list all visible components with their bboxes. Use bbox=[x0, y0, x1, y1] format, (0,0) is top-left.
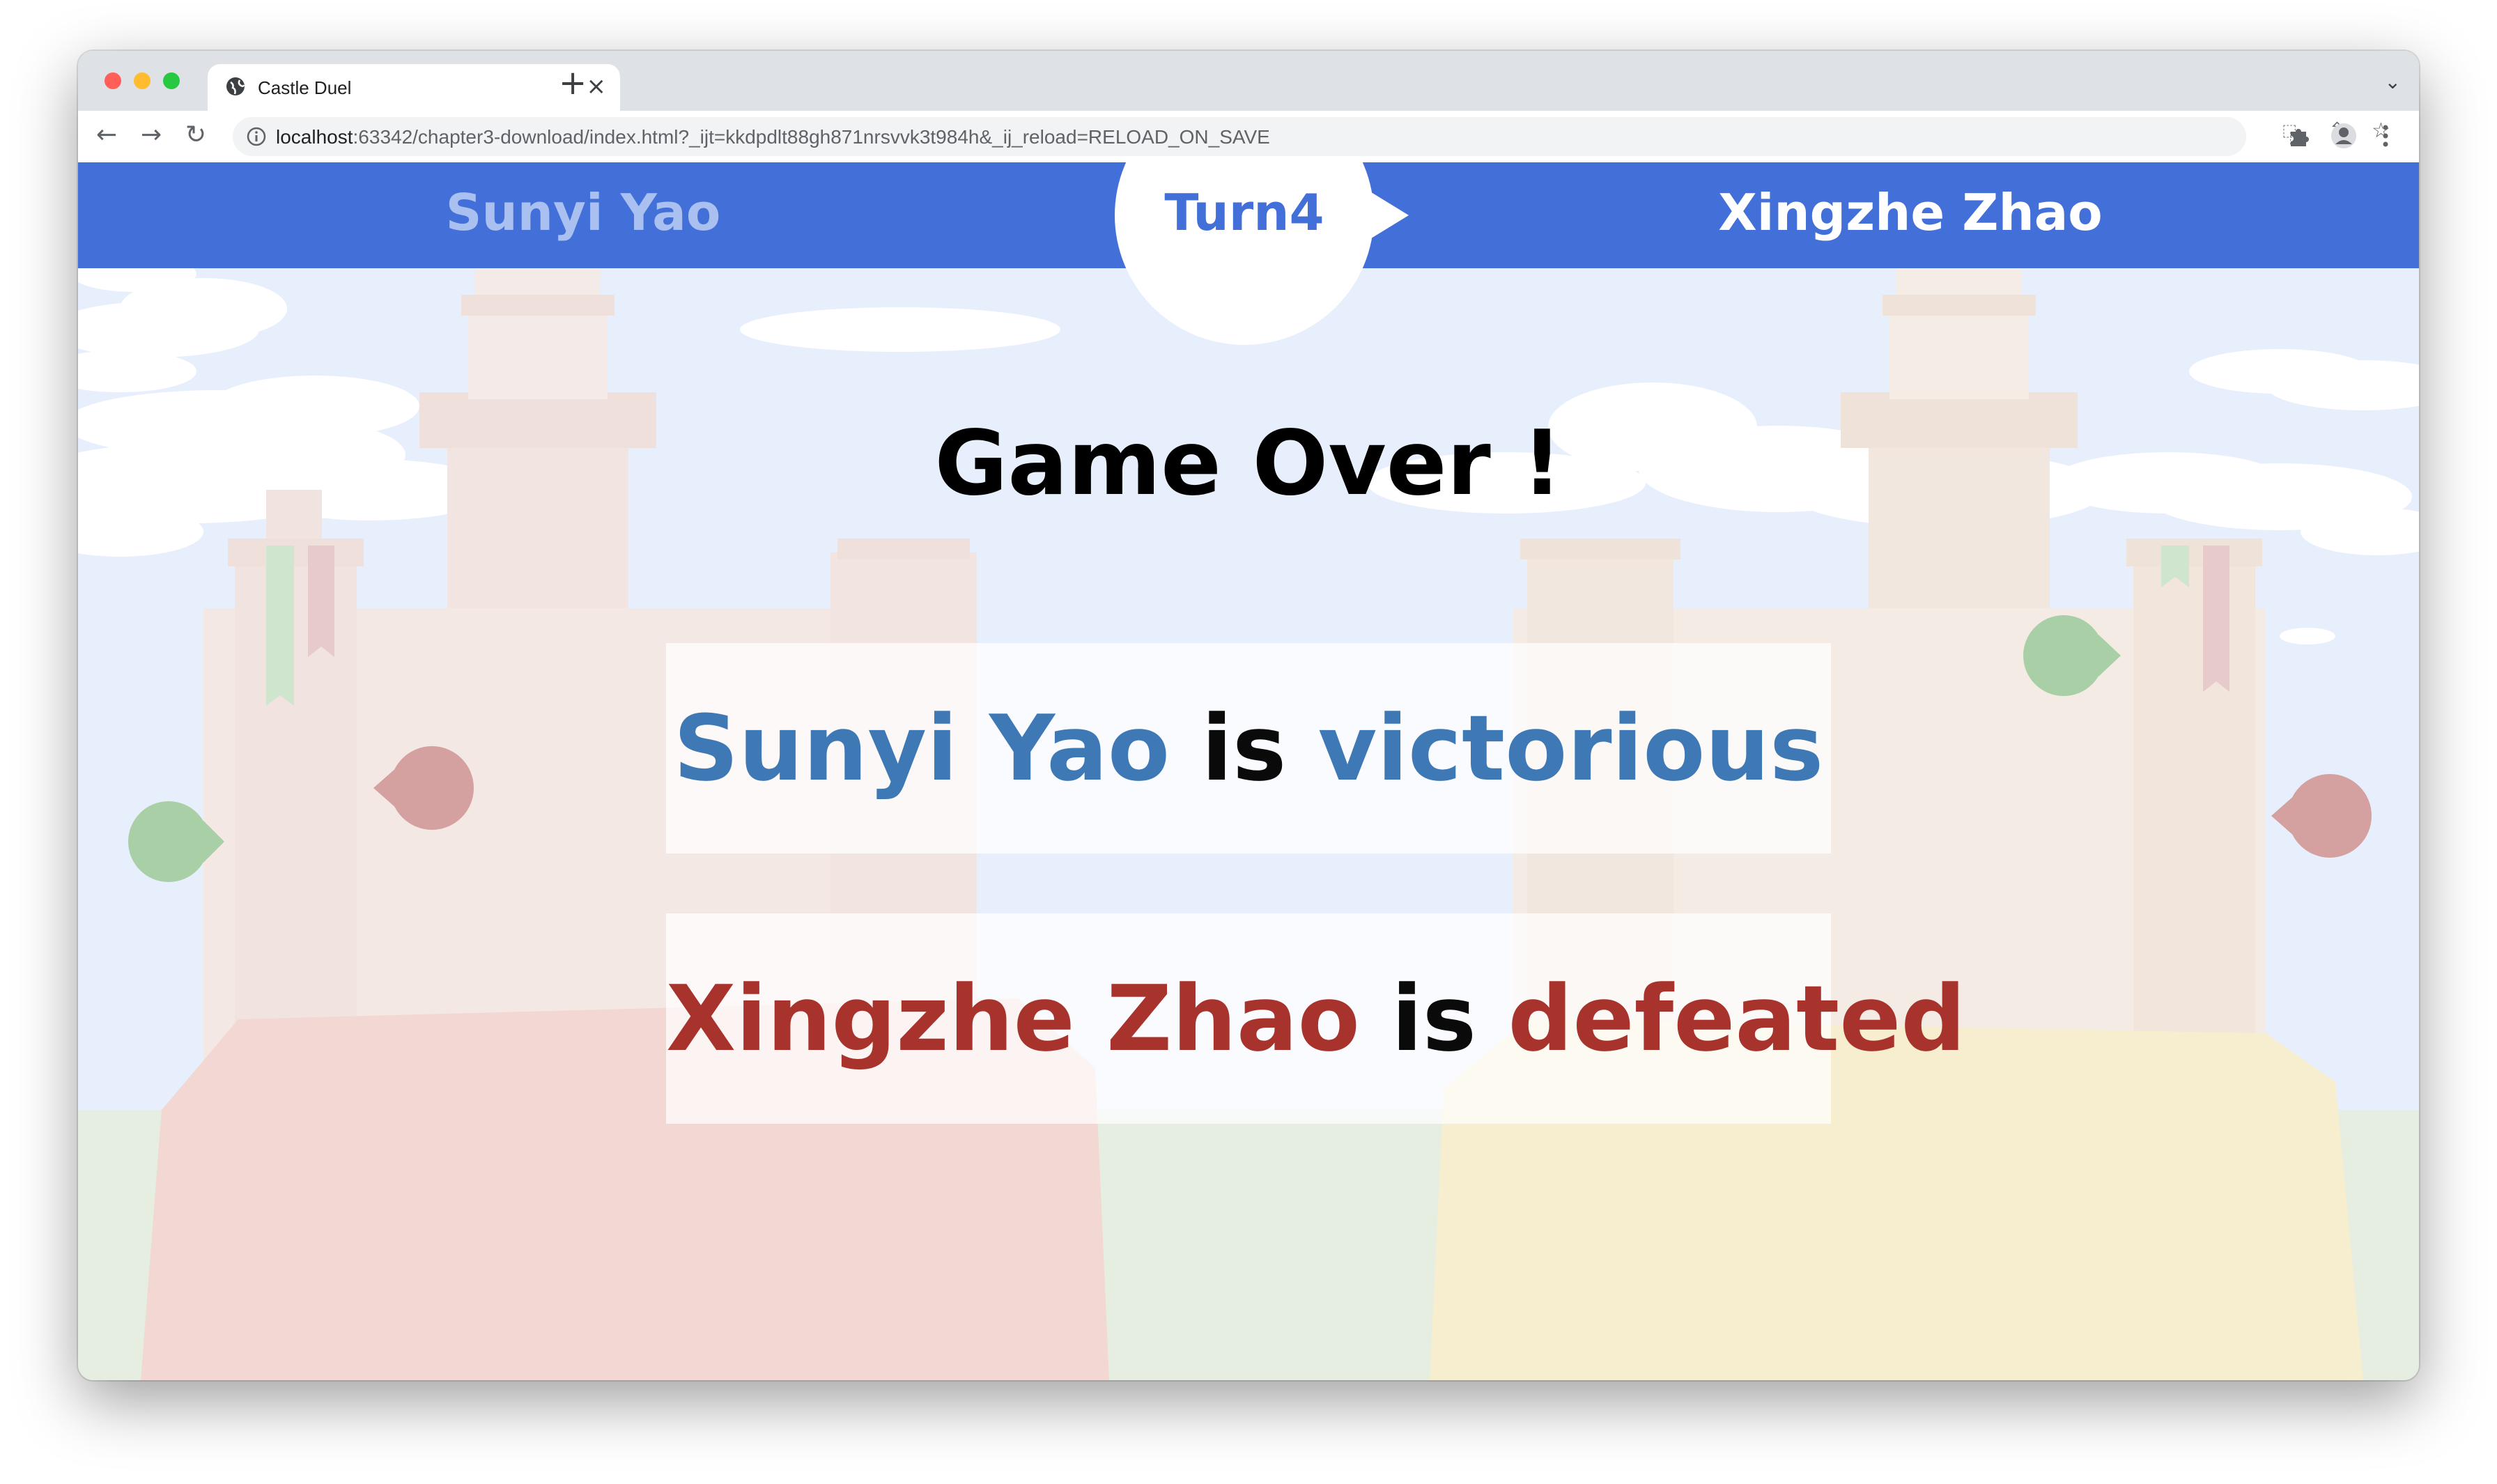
more-menu-icon[interactable] bbox=[2381, 122, 2390, 153]
game-viewport: 7 5 0 6 Sunyi Yao Xingzhe Zhao Turn4 Gam… bbox=[78, 162, 2419, 1380]
puzzle-icon[interactable] bbox=[2287, 123, 2312, 151]
info-icon[interactable] bbox=[245, 125, 268, 150]
navigation-bar: ← → ↻ localhost:63342/chapter3-download/… bbox=[78, 111, 2419, 164]
address-bar[interactable]: localhost:63342/chapter3-download/index.… bbox=[233, 117, 2246, 156]
right-health-badge bbox=[2023, 615, 2121, 696]
profile-avatar-icon[interactable] bbox=[2330, 122, 2358, 153]
tab-strip: Castle Duel × + ⌄ bbox=[78, 51, 2419, 111]
left-food-badge bbox=[373, 746, 474, 830]
right-food-badge bbox=[2271, 774, 2372, 858]
globe-icon bbox=[224, 75, 247, 100]
turn-label: Turn4 bbox=[1164, 183, 1324, 242]
player-right-name: Xingzhe Zhao bbox=[1718, 183, 2103, 242]
forward-icon[interactable]: → bbox=[141, 121, 162, 149]
reload-icon[interactable]: ↻ bbox=[185, 121, 206, 149]
player-left-name: Sunyi Yao bbox=[445, 183, 721, 242]
zoom-window-button[interactable] bbox=[163, 72, 180, 89]
browser-window: Castle Duel × + ⌄ ← → ↻ localhost:63342/… bbox=[78, 51, 2419, 1380]
chevron-down-icon[interactable]: ⌄ bbox=[2385, 70, 2401, 93]
tab-title: Castle Duel bbox=[258, 77, 352, 98]
url-text: localhost:63342/chapter3-download/index.… bbox=[276, 126, 1270, 148]
new-tab-button[interactable]: + bbox=[559, 63, 587, 102]
left-health-badge bbox=[128, 801, 224, 882]
back-icon[interactable]: ← bbox=[96, 121, 117, 149]
close-window-button[interactable] bbox=[105, 72, 121, 89]
castle-badges bbox=[128, 615, 2372, 882]
close-tab-icon[interactable]: × bbox=[587, 72, 607, 100]
minimize-window-button[interactable] bbox=[134, 72, 150, 89]
